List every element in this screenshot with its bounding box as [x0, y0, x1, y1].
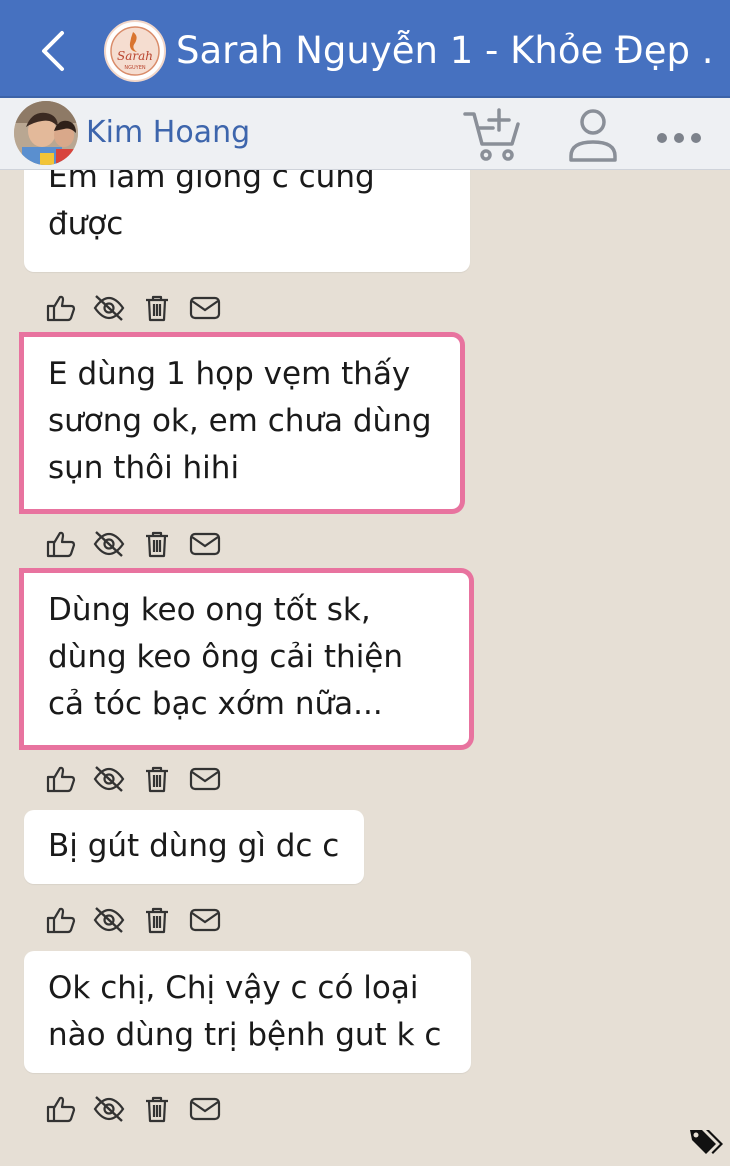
hide-button[interactable]: [92, 527, 126, 561]
tag-button[interactable]: [688, 1126, 724, 1158]
thumbs-up-icon: [46, 1096, 76, 1123]
delete-button[interactable]: [140, 1092, 174, 1126]
hide-button[interactable]: [92, 903, 126, 937]
message-actions: [44, 902, 234, 938]
thumbs-up-icon: [46, 766, 76, 793]
eye-off-icon: [93, 766, 125, 792]
send-message-button[interactable]: [188, 903, 222, 937]
logo-text: Sarah: [117, 49, 153, 63]
message-bubble-highlighted: E dùng 1 họp vẹm thấy sương ok, em chưa …: [24, 337, 460, 509]
tag-icon: [690, 1130, 723, 1154]
eye-off-icon: [93, 1096, 125, 1122]
more-options-button[interactable]: [652, 116, 708, 156]
message-bubble: Bị gút dùng gì dc c: [24, 810, 364, 884]
logo-subtext: NGUYEN: [124, 65, 145, 71]
envelope-icon: [189, 908, 221, 932]
send-message-button[interactable]: [188, 1092, 222, 1126]
message-text: Ok chị, Chị vậy c có loại nào dùng trị b…: [48, 970, 442, 1053]
hide-button[interactable]: [92, 291, 126, 325]
thumbs-up-icon: [46, 295, 76, 322]
message-text: Bị gút dùng gì dc c: [48, 828, 340, 864]
message-actions: [44, 290, 234, 326]
add-to-cart-button[interactable]: [462, 104, 524, 164]
envelope-icon: [189, 532, 221, 556]
trash-icon: [146, 907, 168, 934]
send-message-button[interactable]: [188, 527, 222, 561]
like-button[interactable]: [44, 903, 78, 937]
message-text: E dùng 1 họp vẹm thấy sương ok, em chưa …: [48, 356, 432, 486]
delete-button[interactable]: [140, 762, 174, 796]
envelope-icon: [189, 1097, 221, 1121]
like-button[interactable]: [44, 527, 78, 561]
page-header: Sarah NGUYEN Sarah Nguyễn 1 - Khỏe Đẹp .…: [0, 0, 730, 98]
message-feed[interactable]: Em làm giống c cũng được E dùng 1 họp vẹ…: [0, 170, 730, 1166]
message-bubble: Em làm giống c cũng được: [24, 170, 470, 272]
delete-button[interactable]: [140, 291, 174, 325]
user-icon: [569, 109, 617, 162]
hide-button[interactable]: [92, 762, 126, 796]
send-message-button[interactable]: [188, 762, 222, 796]
envelope-icon: [189, 767, 221, 791]
profile-button[interactable]: [566, 104, 620, 164]
more-horizontal-icon: [657, 133, 701, 143]
cart-plus-icon: [463, 108, 520, 161]
page-logo[interactable]: Sarah NGUYEN: [104, 20, 166, 82]
hide-button[interactable]: [92, 1092, 126, 1126]
trash-icon: [146, 295, 168, 322]
delete-button[interactable]: [140, 527, 174, 561]
thumbs-up-icon: [46, 531, 76, 558]
page-title[interactable]: Sarah Nguyễn 1 - Khỏe Đẹp ...: [176, 26, 716, 76]
trash-icon: [146, 1096, 168, 1123]
eye-off-icon: [93, 531, 125, 557]
avatar[interactable]: [14, 101, 78, 165]
send-message-button[interactable]: [188, 291, 222, 325]
message-text: Dùng keo ong tốt sk, dùng keo ông cải th…: [48, 592, 404, 722]
user-bar: Kim Hoang: [0, 98, 730, 170]
delete-button[interactable]: [140, 903, 174, 937]
message-actions: [44, 1091, 234, 1127]
trash-icon: [146, 531, 168, 558]
like-button[interactable]: [44, 1092, 78, 1126]
message-bubble-highlighted: Dùng keo ong tốt sk, dùng keo ông cải th…: [24, 573, 469, 745]
like-button[interactable]: [44, 762, 78, 796]
message-text: Em làm giống c cũng được: [48, 170, 375, 242]
eye-off-icon: [93, 295, 125, 321]
message-bubble: Ok chị, Chị vậy c có loại nào dùng trị b…: [24, 951, 471, 1073]
user-name[interactable]: Kim Hoang: [86, 112, 250, 154]
thumbs-up-icon: [46, 907, 76, 934]
envelope-icon: [189, 296, 221, 320]
message-actions: [44, 526, 234, 562]
chevron-left-icon: [42, 31, 64, 71]
message-actions: [44, 761, 234, 797]
back-button[interactable]: [28, 24, 78, 78]
eye-off-icon: [93, 907, 125, 933]
like-button[interactable]: [44, 291, 78, 325]
trash-icon: [146, 766, 168, 793]
